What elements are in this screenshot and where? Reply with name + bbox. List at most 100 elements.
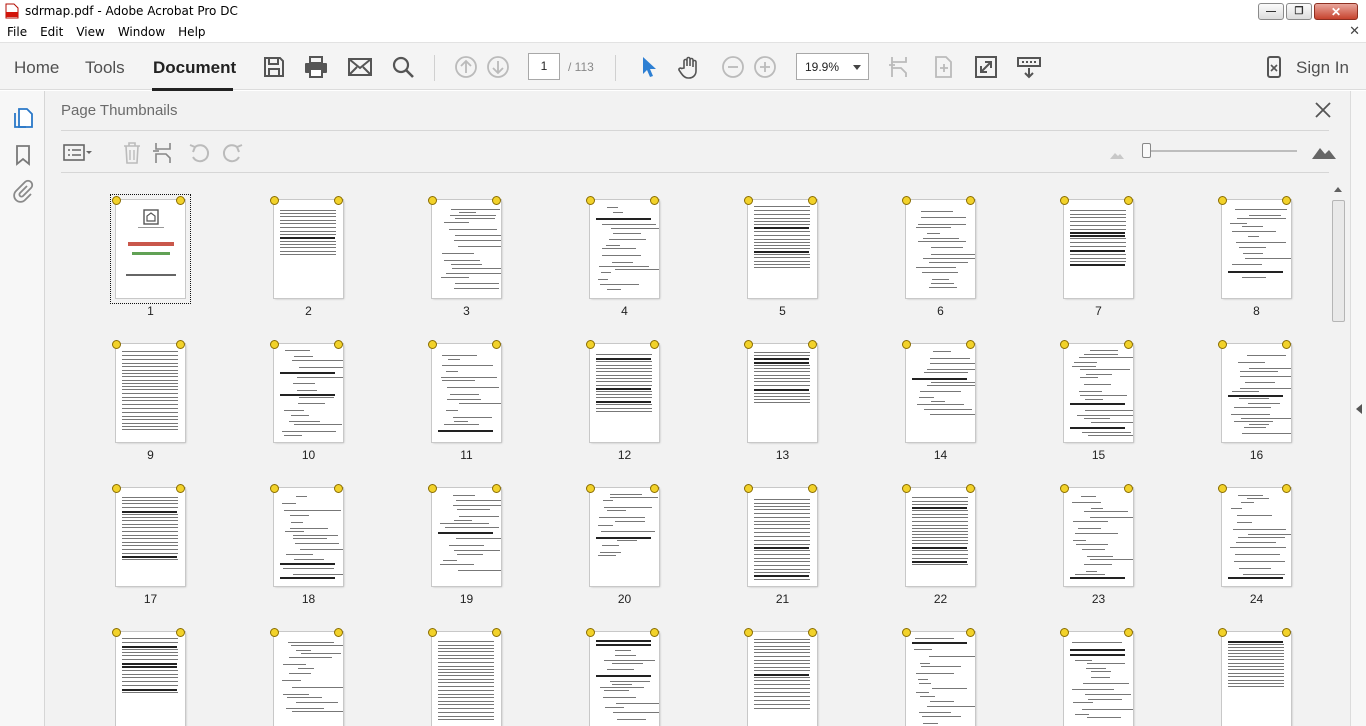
annotation-badge-icon[interactable]	[492, 340, 501, 349]
annotation-badge-icon[interactable]	[492, 628, 501, 637]
page-thumbnail[interactable]: 19	[375, 457, 533, 606]
annotation-badge-icon[interactable]	[334, 484, 343, 493]
annotation-badge-icon[interactable]	[966, 340, 975, 349]
annotation-badge-icon[interactable]	[176, 484, 185, 493]
read-mode-icon[interactable]	[1016, 54, 1042, 80]
page-thumbnail[interactable]: 22	[849, 457, 1007, 606]
insert-icon[interactable]	[152, 141, 178, 165]
annotation-badge-icon[interactable]	[966, 196, 975, 205]
annotation-badge-icon[interactable]	[744, 628, 753, 637]
page-down-icon[interactable]	[485, 54, 511, 80]
annotation-badge-icon[interactable]	[1218, 340, 1227, 349]
hand-icon[interactable]	[677, 54, 703, 80]
page-thumbnail[interactable]: 23	[1007, 457, 1165, 606]
annotation-badge-icon[interactable]	[112, 196, 121, 205]
page-thumbnail[interactable]	[533, 601, 691, 726]
menu-help[interactable]: Help	[171, 25, 211, 39]
page-thumbnail[interactable]: 4	[533, 173, 691, 318]
annotation-badge-icon[interactable]	[586, 628, 595, 637]
page-thumbnail[interactable]: 10	[217, 313, 375, 462]
annotation-badge-icon[interactable]	[1124, 196, 1133, 205]
annotation-badge-icon[interactable]	[176, 628, 185, 637]
page-thumbnail[interactable]: 16	[1165, 313, 1323, 462]
annotation-badge-icon[interactable]	[334, 196, 343, 205]
menu-file[interactable]: File	[0, 25, 33, 39]
expand-right-pane-icon[interactable]	[1356, 404, 1362, 414]
page-thumbnail[interactable]: 20	[533, 457, 691, 606]
mountain-small-icon[interactable]	[1109, 147, 1125, 159]
annotation-badge-icon[interactable]	[270, 340, 279, 349]
page-thumbnail[interactable]: 17	[59, 457, 217, 606]
tab-tools[interactable]: Tools	[85, 58, 125, 78]
mountain-large-icon[interactable]	[1311, 142, 1337, 160]
thumbnail-size-slider[interactable]	[1145, 150, 1297, 152]
annotation-badge-icon[interactable]	[428, 628, 437, 637]
menu-edit[interactable]: Edit	[33, 25, 69, 39]
annotation-badge-icon[interactable]	[270, 196, 279, 205]
sign-in-link[interactable]: Sign In	[1296, 58, 1349, 78]
page-thumbnail[interactable]: 21	[691, 457, 849, 606]
close-window-button[interactable]: ✕	[1314, 3, 1358, 20]
annotation-badge-icon[interactable]	[1124, 484, 1133, 493]
annotation-badge-icon[interactable]	[1218, 196, 1227, 205]
annotation-badge-icon[interactable]	[966, 628, 975, 637]
tab-home[interactable]: Home	[14, 58, 59, 78]
annotation-badge-icon[interactable]	[112, 340, 121, 349]
mobile-link-icon[interactable]	[1261, 54, 1287, 80]
page-thumbnail[interactable]: 14	[849, 313, 1007, 462]
full-screen-icon[interactable]	[973, 54, 999, 80]
extract-page-icon[interactable]	[930, 54, 956, 80]
page-thumbnail[interactable]: 8	[1165, 173, 1323, 318]
annotation-badge-icon[interactable]	[966, 484, 975, 493]
page-thumbnail[interactable]	[375, 601, 533, 726]
rotate-right-icon[interactable]	[220, 141, 246, 165]
zoom-out-icon[interactable]	[720, 54, 746, 80]
vertical-scrollbar[interactable]	[1330, 181, 1346, 726]
annotation-badge-icon[interactable]	[744, 340, 753, 349]
annotation-badge-icon[interactable]	[1060, 484, 1069, 493]
select-arrow-icon[interactable]	[636, 54, 662, 80]
page-thumbnail[interactable]: 6	[849, 173, 1007, 318]
rotate-left-icon[interactable]	[186, 141, 212, 165]
annotation-badge-icon[interactable]	[428, 196, 437, 205]
annotation-badge-icon[interactable]	[1282, 484, 1291, 493]
page-thumbnail[interactable]	[849, 601, 1007, 726]
page-thumbnail[interactable]: 15	[1007, 313, 1165, 462]
annotation-badge-icon[interactable]	[1060, 340, 1069, 349]
zoom-in-icon[interactable]	[752, 54, 778, 80]
annotation-badge-icon[interactable]	[744, 196, 753, 205]
annotation-badge-icon[interactable]	[1124, 340, 1133, 349]
restore-button[interactable]: ❐	[1286, 3, 1312, 20]
annotation-badge-icon[interactable]	[1282, 196, 1291, 205]
annotation-badge-icon[interactable]	[428, 484, 437, 493]
annotation-badge-icon[interactable]	[902, 340, 911, 349]
page-thumbnail[interactable]: 11	[375, 313, 533, 462]
page-thumbnail[interactable]	[217, 601, 375, 726]
annotation-badge-icon[interactable]	[650, 340, 659, 349]
right-pane-toggle[interactable]	[1350, 91, 1366, 726]
annotation-badge-icon[interactable]	[808, 628, 817, 637]
annotation-badge-icon[interactable]	[650, 484, 659, 493]
annotation-badge-icon[interactable]	[1060, 196, 1069, 205]
annotation-badge-icon[interactable]	[492, 196, 501, 205]
options-menu-icon[interactable]	[62, 141, 92, 165]
attachment-icon[interactable]	[11, 179, 35, 203]
annotation-badge-icon[interactable]	[902, 628, 911, 637]
annotation-badge-icon[interactable]	[586, 196, 595, 205]
scroll-up-icon[interactable]	[1334, 187, 1342, 192]
annotation-badge-icon[interactable]	[808, 196, 817, 205]
annotation-badge-icon[interactable]	[586, 340, 595, 349]
annotation-badge-icon[interactable]	[650, 196, 659, 205]
annotation-badge-icon[interactable]	[334, 628, 343, 637]
annotation-badge-icon[interactable]	[176, 340, 185, 349]
slider-handle[interactable]	[1142, 143, 1151, 158]
annotation-badge-icon[interactable]	[808, 484, 817, 493]
annotation-badge-icon[interactable]	[1218, 628, 1227, 637]
page-thumbnail[interactable]: 2	[217, 173, 375, 318]
annotation-badge-icon[interactable]	[492, 484, 501, 493]
print-icon[interactable]	[303, 54, 329, 80]
menu-window[interactable]: Window	[111, 25, 171, 39]
page-thumbnail[interactable]	[59, 601, 217, 726]
annotation-badge-icon[interactable]	[650, 628, 659, 637]
annotation-badge-icon[interactable]	[112, 484, 121, 493]
